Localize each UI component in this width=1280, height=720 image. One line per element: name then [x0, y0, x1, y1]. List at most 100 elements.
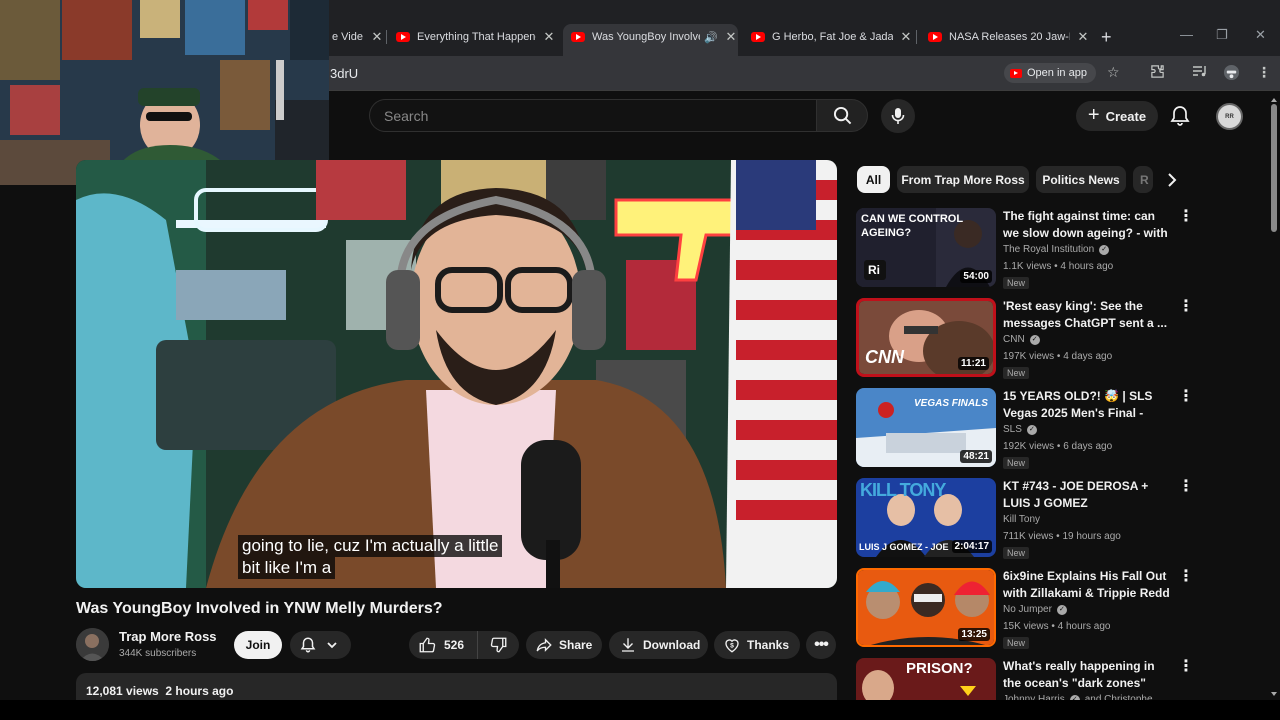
- thanks-label: Thanks: [747, 638, 790, 652]
- video-thumbnail[interactable]: KILL TONY LUIS J GOMEZ - JOE 2:04:17: [856, 478, 996, 557]
- tab-close-icon[interactable]: ✕: [899, 29, 913, 45]
- like-count: 526: [444, 638, 465, 652]
- open-in-app-label: Open in app: [1027, 67, 1087, 79]
- verified-check-icon: ✓: [1029, 334, 1040, 345]
- tab-0[interactable]: e Vide ✕: [324, 24, 384, 50]
- restore-icon[interactable]: ❐: [1216, 27, 1228, 43]
- profile-icon[interactable]: [1223, 64, 1240, 84]
- video-title[interactable]: 6ix9ine Explains His Fall Out with Zilla…: [1003, 568, 1173, 602]
- voice-search-button[interactable]: [881, 99, 915, 133]
- more-options-icon[interactable]: ⋮: [1178, 479, 1194, 495]
- video-title[interactable]: KT #743 - JOE DEROSA + LUIS J GOMEZ: [1003, 478, 1173, 512]
- bookmark-star-icon[interactable]: ☆: [1107, 64, 1120, 81]
- join-button[interactable]: Join: [234, 631, 282, 659]
- chevron-right-icon[interactable]: [1158, 166, 1185, 193]
- chip-from-channel[interactable]: From Trap More Ross: [897, 166, 1029, 193]
- download-button[interactable]: Download: [609, 631, 708, 659]
- verified-check-icon: ✓: [1056, 604, 1067, 615]
- minimize-icon[interactable]: —: [1180, 27, 1193, 42]
- search-button[interactable]: [816, 99, 868, 132]
- closed-caption: going to lie, cuz I'm actually a little …: [238, 535, 503, 579]
- chip-all[interactable]: All: [857, 166, 890, 193]
- account-avatar[interactable]: RR: [1216, 103, 1243, 130]
- scrollbar-thumb[interactable]: [1271, 104, 1277, 232]
- more-actions-button[interactable]: •••: [806, 631, 836, 659]
- channel-name[interactable]: SLS ✓: [1003, 424, 1037, 435]
- more-options-icon[interactable]: ⋮: [1178, 569, 1194, 585]
- video-title[interactable]: 'Rest easy king': See the messages ChatG…: [1003, 298, 1173, 332]
- more-options-icon[interactable]: ⋮: [1178, 389, 1194, 405]
- video-meta: 711K views • 19 hours ago: [1003, 531, 1121, 542]
- video-thumbnail[interactable]: 13:25: [856, 568, 996, 647]
- tab-divider: [386, 30, 387, 44]
- search-input[interactable]: [370, 100, 816, 131]
- tab-3[interactable]: G Herbo, Fat Joe & Jadakiss ✕: [743, 24, 913, 50]
- subscriber-count: 344K subscribers: [119, 648, 197, 659]
- video-thumbnail[interactable]: CNN 11:21: [856, 298, 996, 377]
- new-tab-icon[interactable]: +: [1101, 27, 1112, 48]
- recommended-video[interactable]: 13:25 6ix9ine Explains His Fall Out with…: [856, 568, 1194, 649]
- youtube-favicon-icon: [396, 32, 410, 42]
- kill-tony-logo: KILL TONY: [860, 480, 946, 500]
- media-controls-icon[interactable]: [1192, 64, 1208, 81]
- search-box[interactable]: [369, 99, 816, 132]
- create-button[interactable]: + Create: [1076, 101, 1158, 131]
- thanks-button[interactable]: $ Thanks: [714, 631, 800, 659]
- channel-avatar[interactable]: [76, 628, 109, 661]
- kebab-menu-icon[interactable]: ⋮: [1257, 64, 1271, 81]
- notifications-bell-icon[interactable]: [1168, 104, 1192, 128]
- create-label: Create: [1105, 108, 1147, 124]
- video-thumbnail[interactable]: PRISON?: [856, 658, 996, 700]
- tab-close-icon[interactable]: ✕: [542, 29, 556, 45]
- like-button[interactable]: 526: [409, 631, 477, 659]
- more-options-icon[interactable]: ⋮: [1178, 209, 1194, 225]
- recommended-video[interactable]: VEGAS FINALS 48:21 15 YEARS OLD?! 🤯 | SL…: [856, 388, 1194, 469]
- tab-1[interactable]: Everything That Happened ✕: [388, 24, 556, 50]
- thumbnail-text: CAN WE CONTROL AGEING?: [861, 213, 963, 239]
- tab-close-icon[interactable]: ✕: [1076, 29, 1090, 45]
- more-options-icon[interactable]: ⋮: [1178, 299, 1194, 315]
- tab-title: G Herbo, Fat Joe & Jadakiss: [772, 31, 893, 43]
- more-options-icon[interactable]: ⋮: [1178, 659, 1194, 675]
- chip-partial[interactable]: R: [1133, 166, 1153, 193]
- channel-name[interactable]: CNN ✓: [1003, 334, 1040, 345]
- video-player[interactable]: [76, 160, 837, 588]
- video-thumbnail[interactable]: VEGAS FINALS 48:21: [856, 388, 996, 467]
- tab-title: Was YoungBoy Involved: [592, 31, 701, 43]
- video-title[interactable]: The fight against time: can we slow down…: [1003, 208, 1173, 242]
- video-title[interactable]: What's really happening in the ocean's "…: [1003, 658, 1173, 692]
- video-title: Was YoungBoy Involved in YNW Melly Murde…: [76, 600, 443, 617]
- subscription-bell-button[interactable]: [290, 631, 351, 659]
- tab-title: e Vide: [332, 31, 363, 43]
- open-in-app-button[interactable]: Open in app: [1004, 63, 1096, 83]
- close-window-icon[interactable]: ✕: [1255, 27, 1266, 43]
- super-thanks-icon: $: [725, 639, 739, 653]
- new-badge: New: [1003, 547, 1030, 559]
- video-title[interactable]: 15 YEARS OLD?! 🤯 | SLS Vegas 2025 Men's …: [1003, 388, 1173, 422]
- channel-name[interactable]: The Royal Institution ✓: [1003, 244, 1110, 255]
- download-icon: [622, 638, 634, 652]
- share-button[interactable]: Share: [526, 631, 602, 659]
- extensions-icon[interactable]: [1150, 64, 1165, 82]
- video-frame: [76, 160, 837, 588]
- tab-2-active[interactable]: Was YoungBoy Involved 🔊 ✕: [563, 24, 738, 56]
- channel-name[interactable]: Kill Tony: [1003, 514, 1040, 525]
- recommended-video[interactable]: KILL TONY LUIS J GOMEZ - JOE 2:04:17 KT …: [856, 478, 1194, 559]
- channel-name[interactable]: Trap More Ross: [119, 629, 217, 644]
- thumbnail-caption: LUIS J GOMEZ - JOE: [859, 542, 949, 552]
- verified-check-icon: ✓: [1099, 244, 1110, 255]
- recommended-video[interactable]: CAN WE CONTROL AGEING? Ri 54:00 The figh…: [856, 208, 1194, 289]
- video-thumbnail[interactable]: CAN WE CONTROL AGEING? Ri 54:00: [856, 208, 996, 287]
- chip-politics-news[interactable]: Politics News: [1036, 166, 1126, 193]
- tab-close-icon[interactable]: ✕: [370, 29, 384, 45]
- address-bar[interactable]: 3drU: [330, 66, 358, 81]
- plus-icon: +: [1087, 103, 1100, 126]
- caption-line-1: going to lie, cuz I'm actually a little: [238, 535, 503, 557]
- channel-name[interactable]: No Jumper ✓: [1003, 604, 1067, 615]
- chevron-down-icon: [327, 642, 337, 649]
- dislike-button[interactable]: [477, 631, 519, 659]
- recommended-video[interactable]: CNN 11:21 'Rest easy king': See the mess…: [856, 298, 1194, 379]
- tab-4[interactable]: NASA Releases 20 Jaw-Dro ✕: [920, 24, 1090, 50]
- speaker-icon[interactable]: 🔊: [704, 31, 718, 44]
- tab-close-icon[interactable]: ✕: [724, 29, 738, 45]
